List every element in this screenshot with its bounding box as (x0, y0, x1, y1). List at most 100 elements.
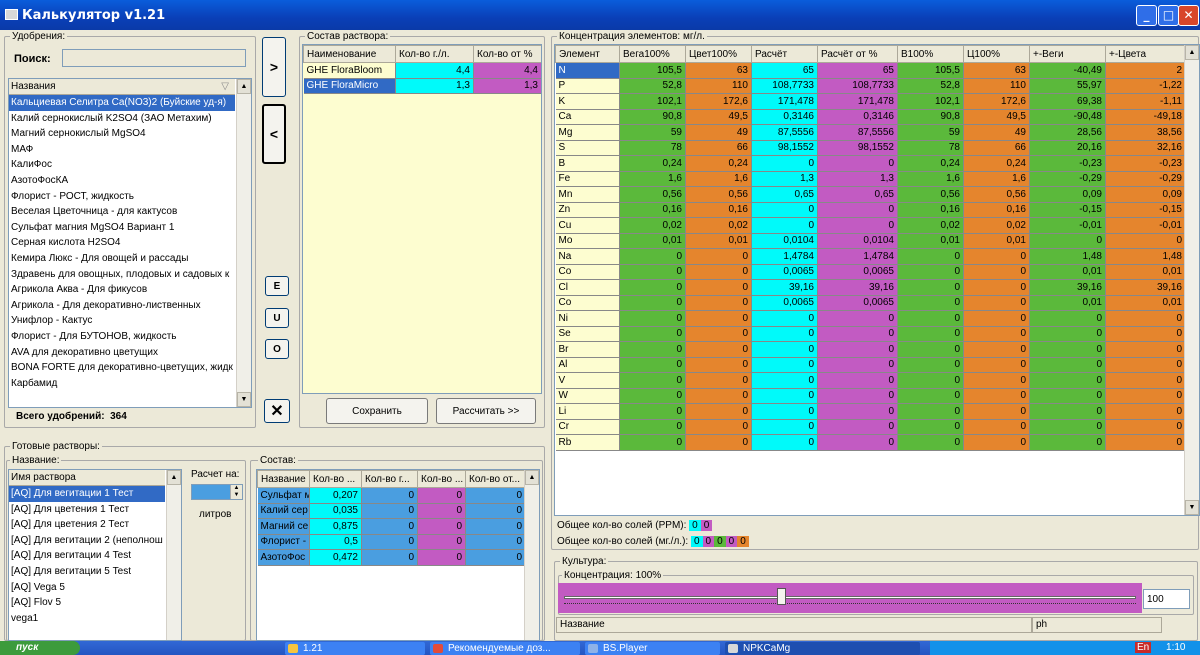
conc-cell[interactable]: 0 (619, 403, 686, 420)
conc-cell[interactable]: 0 (751, 326, 818, 342)
maximize-button[interactable]: □ (1158, 5, 1179, 26)
conc-cell[interactable]: 49,5 (685, 109, 752, 125)
ready-solution-item[interactable]: [AQ] Flov 5 (9, 595, 165, 611)
conc-cell[interactable]: 110 (685, 78, 752, 94)
taskbar-item[interactable]: 1.21 (285, 642, 425, 655)
o-button[interactable]: O (265, 339, 289, 359)
clear-button[interactable]: ✕ (264, 399, 290, 423)
start-button[interactable]: пуск (0, 641, 80, 655)
conc-cell[interactable]: 98,1552 (817, 140, 898, 156)
conc-cell[interactable]: 63 (685, 62, 752, 79)
conc-cell[interactable]: 0 (619, 310, 686, 327)
comp-cell[interactable]: 0 (417, 503, 466, 519)
fertilizer-scrollbar[interactable]: ▲ ▼ (236, 79, 251, 407)
conc-cell[interactable]: 0,24 (685, 155, 752, 172)
conc-cell[interactable]: 39,16 (817, 279, 898, 296)
conc-cell[interactable]: 105,5 (897, 62, 964, 79)
conc-cell[interactable]: 0 (619, 434, 686, 451)
conc-cell[interactable]: 0 (751, 372, 818, 389)
conc-cell[interactable]: -40,49 (1029, 62, 1106, 79)
conc-cell[interactable]: 105,5 (619, 62, 686, 79)
fertilizer-list[interactable]: Названия ▽ Кальциевая Селитра Ca(NO3)2 (Б… (8, 78, 252, 408)
comp-cell[interactable]: 0,875 (309, 518, 362, 535)
fertilizer-item[interactable]: Магний сернокислый MgSO4 (9, 126, 235, 142)
conc-cell[interactable]: 0 (817, 341, 898, 358)
conc-cell[interactable]: Co (555, 295, 620, 311)
filter-icon[interactable]: ▽ (221, 79, 229, 94)
conc-cell[interactable]: 90,8 (897, 109, 964, 125)
conc-cell[interactable]: 0 (897, 248, 964, 265)
conc-cell[interactable]: 28,56 (1029, 124, 1106, 141)
conc-cell[interactable]: 0 (619, 341, 686, 358)
conc-row[interactable]: Al 0 0 0 0 0 0 0 0 (555, 357, 1186, 373)
conc-cell[interactable]: 0 (1105, 419, 1186, 435)
conc-cell[interactable]: 63 (963, 62, 1030, 79)
conc-row[interactable]: K 102,1 172,6 171,478 171,478 102,1 172,6 69,38… (555, 93, 1186, 110)
conc-cell[interactable]: 0 (963, 419, 1030, 435)
conc-cell[interactable]: 172,6 (685, 93, 752, 110)
fertilizer-list-header[interactable]: Названия ▽ (9, 79, 235, 95)
scroll-down-icon[interactable]: ▼ (1185, 500, 1199, 515)
solution-row[interactable]: GHE FloraMicro 1,3 1,3 (303, 78, 541, 94)
conc-cell[interactable]: 0,0104 (751, 233, 818, 249)
concentration-grid[interactable]: Элемент Вега100% Цвет100% Расчёт Расчёт от %… (554, 44, 1200, 516)
conc-cell[interactable]: 0 (619, 357, 686, 373)
ready-solution-item[interactable]: [AQ] Для цветения 1 Тест (9, 502, 165, 518)
conc-row[interactable]: Li 0 0 0 0 0 0 0 0 (555, 403, 1186, 420)
concentration-slider[interactable] (558, 583, 1142, 613)
conc-cell[interactable]: Co (555, 264, 620, 280)
conc-cell[interactable]: 0,01 (619, 233, 686, 249)
conc-cell[interactable]: 108,7733 (751, 78, 818, 94)
comp-cell[interactable]: Флорист - (257, 534, 310, 550)
conc-cell[interactable]: 0,0065 (751, 295, 818, 311)
ready-solution-item[interactable]: vega1 (9, 611, 165, 627)
conc-cell[interactable]: 0,02 (897, 217, 964, 234)
scroll-up-icon[interactable]: ▲ (525, 470, 539, 485)
conc-cell[interactable]: 0 (751, 310, 818, 327)
conc-col-header[interactable]: Ц100% (963, 45, 1030, 63)
comp-cell[interactable]: 0 (361, 487, 418, 504)
conc-cell[interactable]: 49 (963, 124, 1030, 141)
conc-cell[interactable]: -49,18 (1105, 109, 1186, 125)
conc-row[interactable]: Mn 0,56 0,56 0,65 0,65 0,56 0,56 0,09 0,09 (555, 186, 1186, 203)
conc-cell[interactable]: 0,3146 (817, 109, 898, 125)
conc-cell[interactable]: 2 (1105, 62, 1186, 79)
conc-cell[interactable]: 0 (963, 388, 1030, 404)
conc-cell[interactable]: 171,478 (817, 93, 898, 110)
conc-cell[interactable]: B (555, 155, 620, 172)
conc-cell[interactable]: 0 (1105, 372, 1186, 389)
conc-cell[interactable]: 110 (963, 78, 1030, 94)
conc-cell[interactable]: 1,6 (619, 171, 686, 187)
conc-cell[interactable]: 0 (963, 310, 1030, 327)
conc-col-header[interactable]: Цвет100% (685, 45, 752, 63)
save-button[interactable]: Сохранить (326, 398, 428, 424)
conc-cell[interactable]: -0,29 (1105, 171, 1186, 187)
culture-col-name[interactable]: Название (556, 617, 1032, 633)
spinner-arrows-icon[interactable]: ▲ ▼ (230, 485, 242, 499)
conc-cell[interactable]: 0 (817, 310, 898, 327)
conc-cell[interactable]: 1,3 (751, 171, 818, 187)
conc-cell[interactable]: K (555, 93, 620, 110)
conc-cell[interactable]: 0,16 (685, 202, 752, 218)
conc-cell[interactable]: 102,1 (897, 93, 964, 110)
fertilizer-item[interactable]: Серная кислота H2SO4 (9, 235, 235, 251)
conc-cell[interactable]: 52,8 (897, 78, 964, 94)
conc-row[interactable]: W00000000 (555, 388, 1186, 404)
comp-cell[interactable]: 0 (465, 534, 526, 550)
conc-cell[interactable]: 0 (685, 326, 752, 342)
conc-cell[interactable]: 55,97 (1029, 78, 1106, 94)
conc-row[interactable]: S 78 66 98,1552 98,1552 78 66 20,16 32,16 (555, 140, 1186, 156)
conc-cell[interactable]: 0,0065 (751, 264, 818, 280)
composition-grid[interactable]: Название Кол-во ... Кол-во г... Кол-во ... К… (256, 469, 540, 641)
conc-row[interactable]: Cu 0,02 0,02 0 0 0,02 0,02 -0,01 -0,01 (555, 217, 1186, 234)
conc-cell[interactable]: 0,02 (685, 217, 752, 234)
conc-cell[interactable]: Br (555, 341, 620, 358)
comp-col-header[interactable]: Кол-во от... (465, 470, 526, 488)
conc-cell[interactable]: 0,56 (619, 186, 686, 203)
comp-cell[interactable]: Магний се (257, 518, 310, 535)
conc-cell[interactable]: 0 (963, 295, 1030, 311)
conc-cell[interactable]: 39,16 (1105, 279, 1186, 296)
conc-cell[interactable]: 0 (1105, 434, 1186, 451)
conc-cell[interactable]: Cu (555, 217, 620, 234)
conc-cell[interactable]: 0 (751, 434, 818, 451)
